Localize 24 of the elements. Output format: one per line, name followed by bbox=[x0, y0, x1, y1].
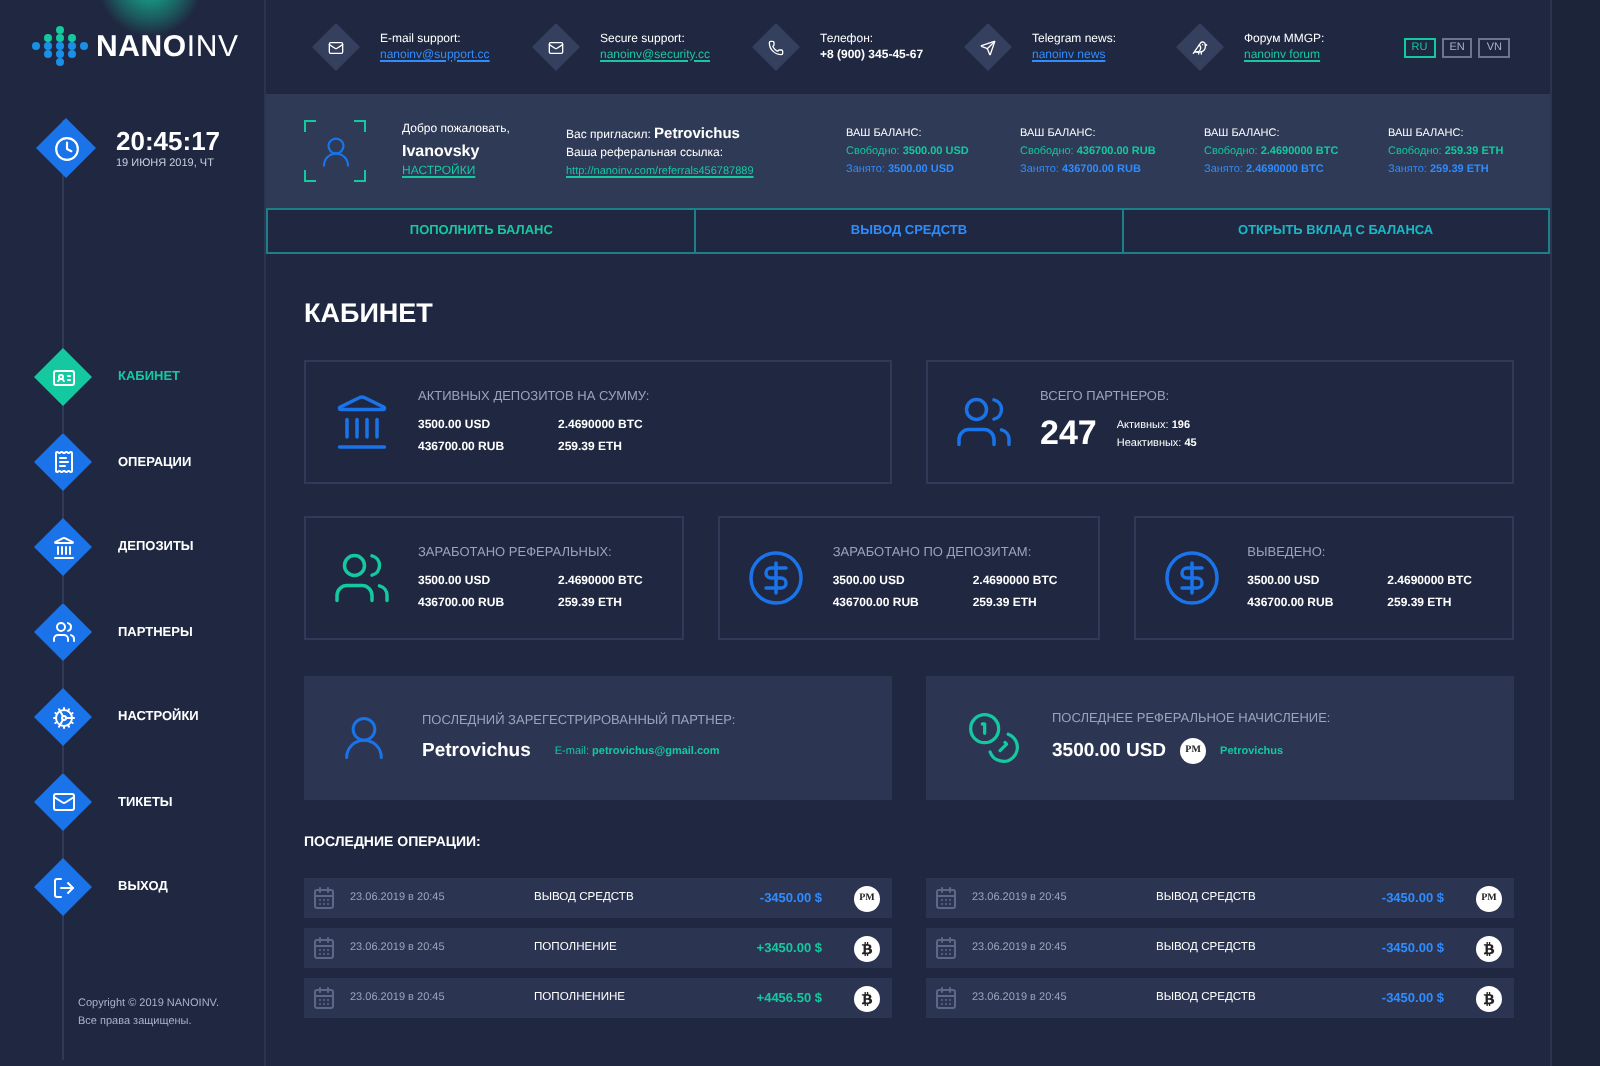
bitcoin-icon bbox=[854, 935, 880, 961]
referral-amount: 3500.00 USD bbox=[1052, 740, 1167, 762]
coins-icon bbox=[964, 708, 1024, 768]
bitcoin-icon bbox=[1476, 935, 1502, 961]
calendar-icon bbox=[310, 884, 338, 912]
user-name: Ivanovsky bbox=[402, 142, 482, 160]
partner-count: 247 bbox=[1040, 414, 1097, 454]
calendar-icon bbox=[932, 934, 960, 962]
bitcoin-icon bbox=[1476, 985, 1502, 1011]
dollar-coin-icon bbox=[1161, 548, 1222, 608]
bitcoin-icon bbox=[854, 985, 880, 1011]
bank-icon bbox=[332, 392, 392, 452]
logo-icon bbox=[32, 25, 88, 69]
users-icon bbox=[332, 548, 392, 608]
users-icon bbox=[954, 392, 1014, 452]
partner-name: Petrovichus bbox=[422, 740, 531, 762]
page-title: КАБИНЕТ bbox=[304, 298, 435, 328]
calendar-icon bbox=[932, 984, 960, 1012]
clock-time: 20:45:17 bbox=[116, 126, 221, 156]
calendar-icon bbox=[310, 934, 338, 962]
calendar-icon bbox=[932, 884, 960, 912]
dollar-coin-icon bbox=[746, 548, 807, 608]
calendar-icon bbox=[310, 984, 338, 1012]
logo-text: NANOINV bbox=[96, 30, 239, 64]
